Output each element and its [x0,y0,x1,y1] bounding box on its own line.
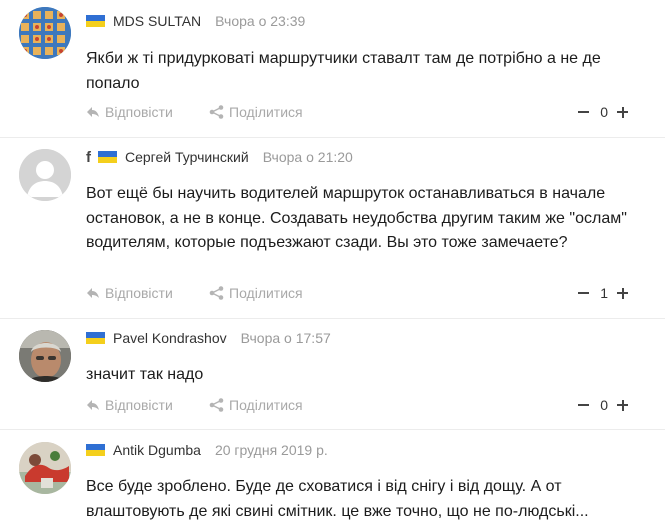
vote-controls: 0 [578,397,628,413]
share-label: Поділитися [229,397,303,413]
ukraine-flag-icon [98,151,117,163]
avatar-pattern-image [19,7,71,59]
upvote-button[interactable] [617,106,628,118]
reply-label: Відповісти [105,104,173,120]
downvote-button[interactable] [578,292,590,294]
facebook-icon: f [86,148,91,166]
author-name[interactable]: MDS SULTAN [113,13,201,29]
share-icon [209,398,224,412]
comment-header: Antik Dgumba 20 грудня 2019 р. [86,440,328,460]
reply-icon [87,107,99,117]
author-name[interactable]: Pavel Kondrashov [113,330,227,346]
avatar[interactable] [19,149,71,201]
comment-header: MDS SULTAN Вчора о 23:39 [86,11,305,31]
vote-controls: 1 [578,285,628,301]
divider [0,137,665,138]
comment-date[interactable]: 20 грудня 2019 р. [215,442,328,458]
downvote-button[interactable] [578,111,590,113]
avatar[interactable] [19,330,71,382]
comment-date[interactable]: Вчора о 23:39 [215,13,305,29]
comment-text: Все буде зроблено. Буде де сховатися і в… [86,478,589,520]
comment-actions: Відповісти Поділитися 0 [86,397,628,417]
reply-button[interactable]: Відповісти [86,397,173,413]
author-name[interactable]: Сергей Турчинский [125,149,249,165]
vote-score: 1 [600,285,608,301]
divider [0,318,665,319]
avatar-photo-image [19,442,71,494]
ukraine-flag-icon [86,15,105,27]
comment-date[interactable]: Вчора о 17:57 [241,330,331,346]
share-button[interactable]: Поділитися [209,285,303,301]
comment-actions: Відповісти Поділитися 0 [86,104,628,124]
reply-icon [87,400,99,410]
divider [0,429,665,430]
share-button[interactable]: Поділитися [209,104,303,120]
author-name[interactable]: Antik Dgumba [113,442,201,458]
share-button[interactable]: Поділитися [209,397,303,413]
comment-date[interactable]: Вчора о 21:20 [263,149,353,165]
share-label: Поділитися [229,104,303,120]
ukraine-flag-icon [86,444,105,456]
avatar-photo-image [19,330,71,382]
default-avatar-icon [19,149,71,201]
comment-header: Pavel Kondrashov Вчора о 17:57 [86,328,331,348]
comment-text: Якби ж ті придурковаті маршрутчики става… [86,50,601,92]
upvote-button[interactable] [617,399,628,411]
avatar[interactable] [19,442,71,494]
comment-text: Вот ещё бы научить водителей маршруток о… [86,185,627,251]
comment-actions: Відповісти Поділитися 1 [86,285,628,305]
ukraine-flag-icon [86,332,105,344]
reply-label: Відповісти [105,285,173,301]
comment-text: значит так надо [86,366,204,383]
reply-button[interactable]: Відповісти [86,285,173,301]
reply-icon [87,288,99,298]
share-icon [209,286,224,300]
upvote-button[interactable] [617,287,628,299]
comment-header: f Сергей Турчинский Вчора о 21:20 [86,147,353,167]
share-icon [209,105,224,119]
reply-label: Відповісти [105,397,173,413]
share-label: Поділитися [229,285,303,301]
avatar[interactable] [19,7,71,59]
vote-controls: 0 [578,104,628,120]
vote-score: 0 [600,397,608,413]
downvote-button[interactable] [578,404,590,406]
vote-score: 0 [600,104,608,120]
reply-button[interactable]: Відповісти [86,104,173,120]
